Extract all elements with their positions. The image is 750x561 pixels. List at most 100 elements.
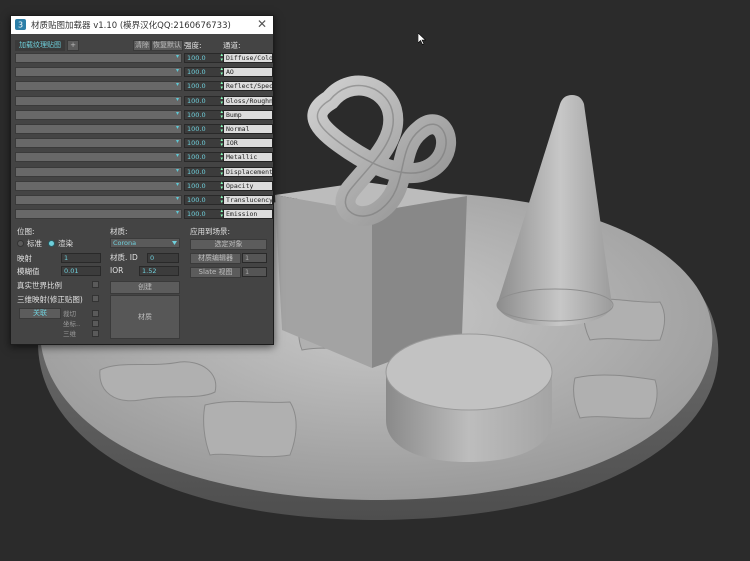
channel-field[interactable]: Metallic: [223, 152, 273, 162]
channel-field[interactable]: Translucency: [223, 195, 273, 205]
add-button[interactable]: +: [67, 40, 79, 51]
ior-value: 1.52: [142, 267, 157, 275]
blur-label: 模糊值: [17, 267, 40, 276]
radio-render[interactable]: [48, 240, 55, 247]
clear-button[interactable]: 清除: [133, 40, 151, 51]
strength-value: 100.0: [187, 139, 206, 147]
material-editor-button[interactable]: 材质编辑器: [190, 253, 241, 264]
close-link-button[interactable]: 关联: [19, 308, 61, 319]
strength-value: 100.0: [187, 196, 206, 204]
svg-text:3: 3: [18, 21, 23, 30]
app-logo-icon: 3: [15, 19, 26, 30]
strength-value: 100.0: [187, 182, 206, 190]
real-world-label: 真实世界比例: [17, 281, 62, 290]
texture-slot[interactable]: ▾: [15, 81, 182, 91]
channel-field[interactable]: Bump: [223, 110, 273, 120]
channel-field[interactable]: Reflect/Specular: [223, 81, 273, 91]
texture-slot[interactable]: ▾: [15, 181, 182, 191]
strength-spinner[interactable]: 100.0 ▴ ▾: [184, 209, 225, 219]
strength-spinner[interactable]: 100.0 ▴ ▾: [184, 124, 225, 134]
triplanar-checkbox[interactable]: [92, 295, 99, 302]
strength-value: 100.0: [187, 125, 206, 133]
material-editor-slot-value: 1: [245, 254, 250, 262]
renderer-value: Corona: [113, 239, 137, 247]
chevron-down-icon: [172, 241, 177, 245]
chevron-down-icon[interactable]: ▾: [176, 81, 179, 88]
blur-spinner[interactable]: 0.01: [61, 266, 101, 276]
mapping-label: 映射: [17, 254, 32, 263]
chevron-down-icon[interactable]: ▾: [176, 152, 179, 159]
load-texture-button[interactable]: 加载纹理贴图: [15, 40, 65, 51]
material-id-spinner[interactable]: 0: [147, 253, 179, 263]
chevron-down-icon[interactable]: ▾: [176, 53, 179, 60]
three-checkbox[interactable]: [92, 330, 99, 337]
strength-spinner[interactable]: 100.0 ▴ ▾: [184, 53, 225, 63]
material-id-value: 0: [150, 254, 155, 262]
texture-slot[interactable]: ▾: [15, 138, 182, 148]
chevron-down-icon[interactable]: ▾: [176, 167, 179, 174]
texture-slot[interactable]: ▾: [15, 209, 182, 219]
strength-spinner[interactable]: 100.0 ▴ ▾: [184, 167, 225, 177]
strength-value: 100.0: [187, 153, 206, 161]
strength-spinner[interactable]: 100.0 ▴ ▾: [184, 195, 225, 205]
strength-value: 100.0: [187, 54, 206, 62]
strength-spinner[interactable]: 100.0 ▴ ▾: [184, 110, 225, 120]
texture-slot[interactable]: ▾: [15, 124, 182, 134]
strength-value: 100.0: [187, 97, 206, 105]
texture-slot[interactable]: ▾: [15, 167, 182, 177]
chevron-down-icon[interactable]: ▾: [176, 67, 179, 74]
slate-view-button[interactable]: Slate 视图: [190, 267, 241, 278]
channel-field[interactable]: Normal: [223, 124, 273, 134]
channel-field[interactable]: Opacity: [223, 181, 273, 191]
cylinder: [385, 333, 553, 462]
mapping-spinner[interactable]: 1: [61, 253, 101, 263]
chevron-down-icon[interactable]: ▾: [176, 124, 179, 131]
strength-value: 100.0: [187, 210, 206, 218]
radio-standard[interactable]: [17, 240, 24, 247]
create-button[interactable]: 创建: [110, 281, 180, 294]
real-world-checkbox[interactable]: [92, 281, 99, 288]
crop-checkbox[interactable]: [92, 310, 99, 317]
title-bar[interactable]: 3 材质贴图加载器 v1.10 (模界汉化QQ:2160676733) ✕: [11, 16, 273, 34]
material-editor-slot[interactable]: 1: [242, 253, 267, 263]
reset-button[interactable]: 恢复默认: [151, 40, 183, 51]
strength-spinner[interactable]: 100.0 ▴ ▾: [184, 67, 225, 77]
chevron-down-icon[interactable]: ▾: [176, 209, 179, 216]
chevron-down-icon[interactable]: ▾: [176, 96, 179, 103]
channel-field[interactable]: Gloss/Roughness: [223, 96, 273, 106]
mouse-cursor-icon: [418, 33, 426, 45]
channel-field[interactable]: Diffuse/Color: [223, 53, 273, 63]
strength-value: 100.0: [187, 68, 206, 76]
texture-slot[interactable]: ▾: [15, 110, 182, 120]
texture-slot[interactable]: ▾: [15, 96, 182, 106]
strength-value: 100.0: [187, 168, 206, 176]
strength-spinner[interactable]: 100.0 ▴ ▾: [184, 181, 225, 191]
chevron-down-icon[interactable]: ▾: [176, 181, 179, 188]
chevron-down-icon[interactable]: ▾: [176, 110, 179, 117]
renderer-dropdown[interactable]: Corona: [110, 238, 180, 248]
strength-value: 100.0: [187, 111, 206, 119]
strength-spinner[interactable]: 100.0 ▴ ▾: [184, 96, 225, 106]
chevron-down-icon[interactable]: ▾: [176, 195, 179, 202]
coord-checkbox[interactable]: [92, 320, 99, 327]
channel-field[interactable]: Displacement: [223, 167, 273, 177]
blur-value: 0.01: [64, 267, 79, 275]
chevron-down-icon[interactable]: ▾: [176, 138, 179, 145]
channel-field[interactable]: Emission: [223, 209, 273, 219]
texture-slot[interactable]: ▾: [15, 53, 182, 63]
channel-field[interactable]: AO: [223, 67, 273, 77]
strength-spinner[interactable]: 100.0 ▴ ▾: [184, 81, 225, 91]
slate-view-slot[interactable]: 1: [242, 267, 267, 277]
mapping-value: 1: [64, 254, 69, 262]
channel-field[interactable]: IOR: [223, 138, 273, 148]
material-preview[interactable]: 材质: [110, 295, 180, 339]
texture-slot[interactable]: ▾: [15, 152, 182, 162]
texture-slot[interactable]: ▾: [15, 195, 182, 205]
selected-objects-button[interactable]: 选定对象: [190, 239, 267, 250]
strength-spinner[interactable]: 100.0 ▴ ▾: [184, 152, 225, 162]
bitmap-header: 位图:: [17, 227, 35, 236]
ior-spinner[interactable]: 1.52: [139, 266, 179, 276]
close-icon[interactable]: ✕: [257, 17, 267, 31]
texture-slot[interactable]: ▾: [15, 67, 182, 77]
strength-spinner[interactable]: 100.0 ▴ ▾: [184, 138, 225, 148]
